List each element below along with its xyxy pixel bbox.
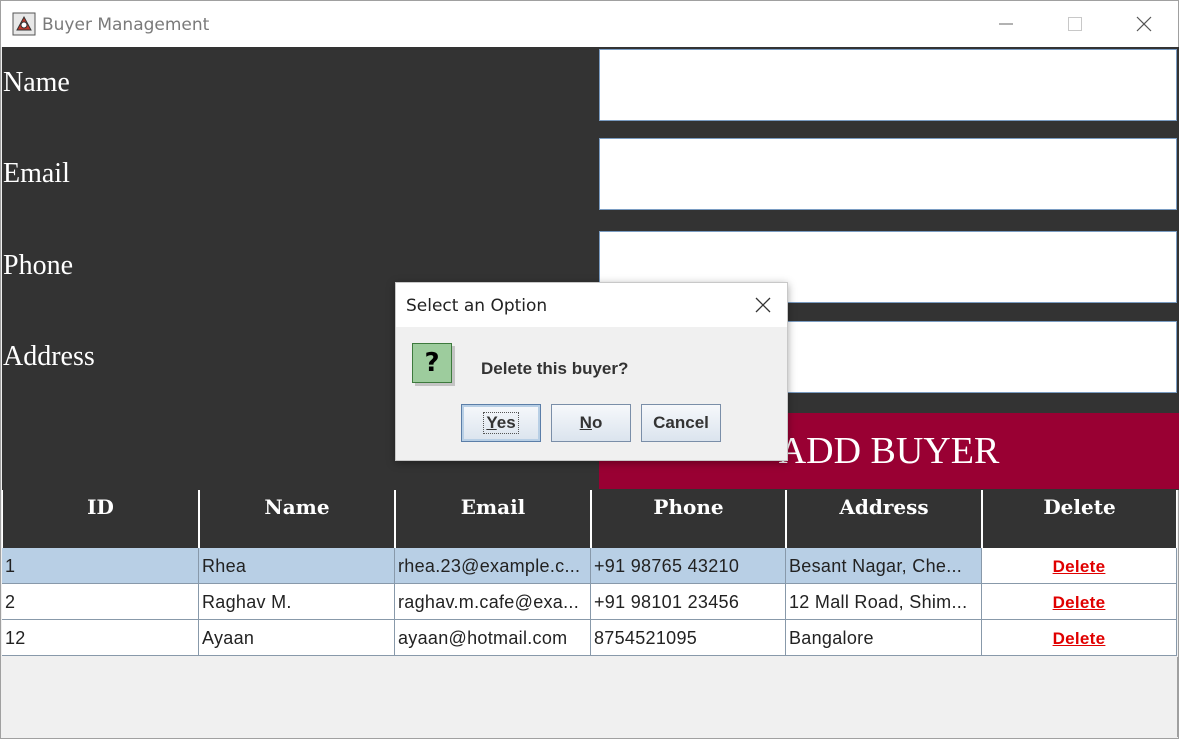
name-label: Name bbox=[3, 67, 70, 98]
dialog-title-bar[interactable]: Select an Option bbox=[396, 283, 787, 327]
table-row[interactable]: 2 Raghav M. raghav.m.cafe@exa... +91 981… bbox=[2, 584, 1177, 620]
table-viewport-empty-area bbox=[2, 657, 1178, 737]
column-header-id[interactable]: ID bbox=[2, 490, 199, 548]
delete-link[interactable]: Delete bbox=[1053, 593, 1106, 612]
confirm-delete-dialog: Select an Option ? Delete this buyer? Ye… bbox=[395, 282, 788, 461]
delete-link[interactable]: Delete bbox=[1053, 557, 1106, 576]
table-header: ID Name Email Phone Address Delete bbox=[2, 490, 1177, 548]
cell-name[interactable]: Ayaan bbox=[199, 620, 395, 656]
cell-email[interactable]: rhea.23@example.c... bbox=[395, 548, 591, 584]
cell-delete: Delete bbox=[982, 584, 1177, 620]
no-button[interactable]: No bbox=[551, 404, 631, 442]
title-bar[interactable]: Buyer Management bbox=[1, 1, 1178, 47]
cell-delete: Delete bbox=[982, 548, 1177, 584]
close-button[interactable] bbox=[1109, 1, 1179, 47]
cancel-button[interactable]: Cancel bbox=[641, 404, 721, 442]
address-label: Address bbox=[3, 341, 95, 372]
window-title: Buyer Management bbox=[42, 15, 210, 35]
close-icon bbox=[1136, 16, 1152, 32]
cell-email[interactable]: raghav.m.cafe@exa... bbox=[395, 584, 591, 620]
column-header-email[interactable]: Email bbox=[395, 490, 591, 548]
maximize-button[interactable] bbox=[1040, 1, 1110, 47]
yes-button[interactable]: Yes bbox=[461, 404, 541, 442]
dialog-title: Select an Option bbox=[406, 296, 548, 316]
cell-phone[interactable]: +91 98765 43210 bbox=[591, 548, 786, 584]
yes-label-rest: es bbox=[496, 413, 516, 432]
email-label: Email bbox=[3, 158, 70, 189]
maximize-icon bbox=[1068, 17, 1082, 31]
column-header-address[interactable]: Address bbox=[786, 490, 982, 548]
minimize-button[interactable] bbox=[971, 1, 1041, 47]
cell-address[interactable]: 12 Mall Road, Shim... bbox=[786, 584, 982, 620]
name-field[interactable] bbox=[599, 49, 1177, 121]
dialog-close-button[interactable] bbox=[745, 287, 781, 323]
question-icon: ? bbox=[412, 343, 452, 383]
delete-link[interactable]: Delete bbox=[1053, 629, 1106, 648]
cell-id[interactable]: 2 bbox=[2, 584, 199, 620]
phone-label: Phone bbox=[3, 250, 73, 281]
yes-mnemonic: Y bbox=[486, 413, 497, 432]
dialog-message: Delete this buyer? bbox=[481, 359, 629, 378]
column-header-name[interactable]: Name bbox=[199, 490, 395, 548]
no-mnemonic: N bbox=[579, 413, 592, 432]
cell-phone[interactable]: +91 98101 23456 bbox=[591, 584, 786, 620]
no-label-rest: o bbox=[591, 413, 603, 432]
close-icon bbox=[755, 297, 771, 313]
java-app-icon bbox=[12, 12, 36, 36]
email-field[interactable] bbox=[599, 138, 1177, 210]
cell-address[interactable]: Bangalore bbox=[786, 620, 982, 656]
cell-delete: Delete bbox=[982, 620, 1177, 656]
cell-email[interactable]: ayaan@hotmail.com bbox=[395, 620, 591, 656]
table-row[interactable]: 12 Ayaan ayaan@hotmail.com 8754521095 Ba… bbox=[2, 620, 1177, 656]
cell-id[interactable]: 1 bbox=[2, 548, 199, 584]
cell-id[interactable]: 12 bbox=[2, 620, 199, 656]
column-header-phone[interactable]: Phone bbox=[591, 490, 786, 548]
cell-phone[interactable]: 8754521095 bbox=[591, 620, 786, 656]
cell-name[interactable]: Rhea bbox=[199, 548, 395, 584]
minimize-icon bbox=[999, 23, 1013, 25]
column-header-delete[interactable]: Delete bbox=[982, 490, 1177, 548]
buyer-management-window: Buyer Management Name Email Phone Addres… bbox=[0, 0, 1179, 739]
table-row[interactable]: 1 Rhea rhea.23@example.c... +91 98765 43… bbox=[2, 548, 1177, 584]
cell-address[interactable]: Besant Nagar, Che... bbox=[786, 548, 982, 584]
cell-name[interactable]: Raghav M. bbox=[199, 584, 395, 620]
